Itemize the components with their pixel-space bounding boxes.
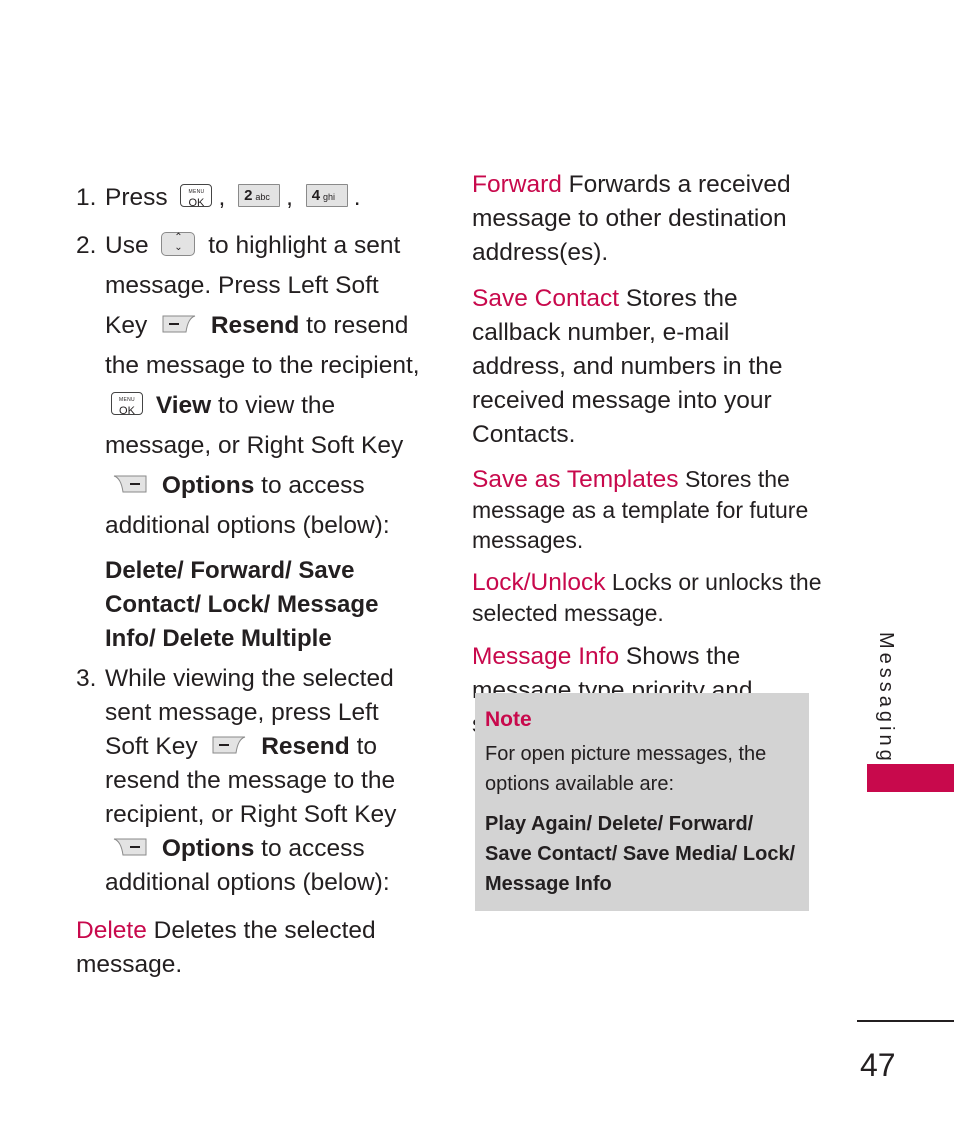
entry-delete: Delete Deletes the selected message. <box>76 914 421 982</box>
entry-term: Message Info <box>472 643 620 670</box>
left-soft-key-icon <box>162 315 196 333</box>
left-soft-key-icon <box>212 736 246 754</box>
entry-save-contact: Save Contact Stores the callback number,… <box>472 282 822 452</box>
resend-label: Resend <box>210 312 300 339</box>
left-column: 1. Press MENU OK, 2 abc, 4 ghi. 2. Use ⌃ ⌄ t… <box>76 178 421 994</box>
entry-term: Forward <box>472 171 562 198</box>
options-label: Options <box>161 835 255 862</box>
menu-ok-key-icon: MENU OK <box>180 184 213 209</box>
entry-save-as-templates: Save as Templates Stores the message as … <box>472 464 822 555</box>
step-number: 3. <box>76 665 97 692</box>
key-4-ghi-icon: 4 ghi <box>305 184 348 208</box>
entry-lock-unlock: Lock/Unlock Locks or unlocks the selecte… <box>472 567 822 628</box>
note-body: For open picture messages, the options a… <box>485 743 767 795</box>
note-options: Play Again/ Delete/ Forward/ Save Contac… <box>485 813 796 895</box>
page-number: 47 <box>860 1047 896 1083</box>
view-label: View <box>155 392 212 419</box>
step-3: 3. While viewing the selected sent messa… <box>76 662 421 900</box>
options-label: Options <box>161 472 255 499</box>
footer-rule <box>857 1020 954 1022</box>
resend-label: Resend <box>261 733 350 760</box>
note-box: Note For open picture messages, the opti… <box>475 693 809 911</box>
step-number: 2. <box>76 232 97 259</box>
menu-ok-key-icon: MENU OK <box>111 392 143 417</box>
right-soft-key-icon <box>113 475 147 493</box>
step-1: 1. Press MENU OK, 2 abc, 4 ghi. <box>76 178 421 218</box>
entry-term: Lock/Unlock <box>472 569 606 596</box>
key-2-abc-icon: 2 abc <box>238 184 281 208</box>
step-number: 1. <box>76 184 97 211</box>
entry-term: Delete <box>76 917 147 944</box>
entry-term: Save Contact <box>472 285 620 312</box>
step-text: Press <box>105 184 168 211</box>
options-list: Delete/ Forward/ Save Contact/ Lock/ Mes… <box>105 557 379 652</box>
section-label: Messaging <box>875 632 897 765</box>
step-2: 2. Use ⌃ ⌄ to highlight a sent message. P… <box>76 226 421 546</box>
entry-term: Save as Templates <box>472 466 679 493</box>
nav-key-icon: ⌃ ⌄ <box>161 231 196 256</box>
right-soft-key-icon <box>113 838 147 856</box>
right-column: Forward Forwards a received message to o… <box>472 168 822 754</box>
entry-forward: Forward Forwards a received message to o… <box>472 168 822 270</box>
section-tab-marker <box>867 764 954 792</box>
note-title: Note <box>485 708 532 731</box>
